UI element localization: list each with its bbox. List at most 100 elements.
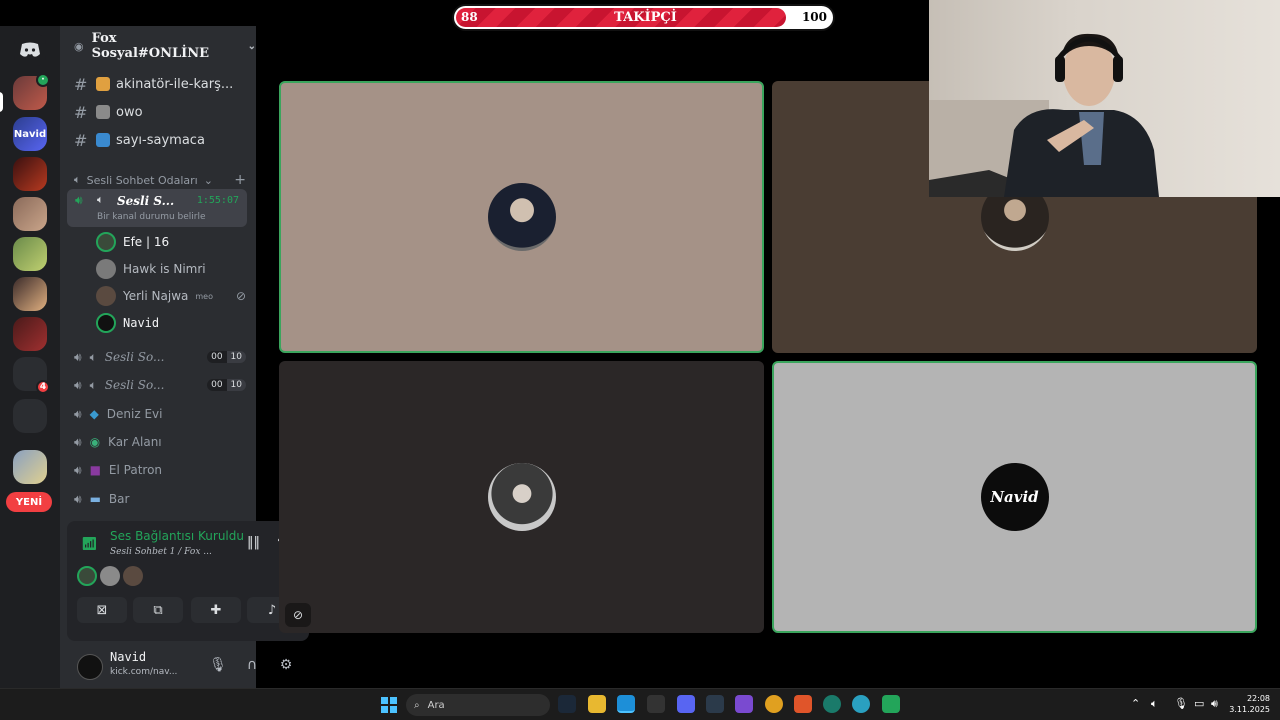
server-icon-8[interactable] — [13, 450, 47, 484]
text-channel-sayi-saymaca[interactable]: # sayı-saymaca — [60, 127, 256, 153]
voice-channel-label: Deniz Evi — [106, 407, 163, 421]
voice-channel-label: Sesli So... — [104, 350, 165, 364]
hat-emoji-icon: ■ — [89, 463, 101, 477]
toggle-camera-button[interactable]: ⊠ — [77, 597, 127, 623]
windows-start-icon[interactable] — [381, 697, 397, 713]
voice-channel-bar[interactable]: 🔊︎ ▬ Bar — [74, 486, 246, 512]
follower-goal-bar: 88 TAKİPÇİ 100 — [452, 4, 835, 31]
user-panel: Navid kick.com/nav... 🎙︎ ∩ ⚙ — [67, 648, 309, 688]
server-icon-5[interactable] — [13, 237, 47, 271]
steam-icon[interactable] — [558, 695, 576, 713]
edge-icon[interactable] — [617, 695, 635, 713]
soundboard-icon: ♪ — [267, 602, 277, 618]
brave-icon[interactable] — [794, 695, 812, 713]
connection-status[interactable]: Ses Bağlantısı Kuruldu — [110, 529, 244, 543]
connection-path[interactable]: Sesli Sohbet 1 / Fox ... — [110, 547, 212, 557]
noise-suppression-icon[interactable]: ‖‖ — [247, 535, 260, 550]
selected-server-indicator — [0, 92, 3, 112]
microphone-button[interactable]: 🎙︎ — [207, 654, 229, 676]
channel-status[interactable]: Bir kanal durumu belirle — [97, 212, 206, 222]
share-screen-button[interactable]: ⧉ — [133, 597, 183, 623]
microphone-icon[interactable]: 🎙︎ — [1174, 697, 1188, 710]
app-icon-4[interactable] — [852, 695, 870, 713]
voice-channel-2[interactable]: 🔊︎ 🔈︎ Sesli So... 00 10 — [74, 344, 246, 370]
speaker-icon: 🔈︎ — [89, 349, 97, 364]
hash-icon: # — [74, 102, 88, 122]
voice-tile-3[interactable]: ⊘ — [279, 361, 764, 633]
app-icon-2[interactable] — [735, 695, 753, 713]
voice-channel-deniz-evi[interactable]: 🔊︎ ◆ Deniz Evi — [74, 401, 246, 427]
add-channel-icon[interactable]: + — [234, 172, 246, 188]
voice-connection-panel: 📶︎ Ses Bağlantısı Kuruldu Sesli Sohbet 1… — [67, 521, 309, 641]
text-channel-owo[interactable]: # owo — [60, 99, 256, 125]
voice-channel-kar-alani[interactable]: 🔊︎ ◉ Kar Alanı — [74, 429, 246, 455]
server-header[interactable]: ◉ Fox Sosyal#ONLİNE ⌄ — [60, 26, 256, 66]
discord-taskbar-icon[interactable] — [677, 695, 695, 713]
speaker-icon: 🔈︎ — [74, 173, 81, 186]
channel-label: akinatör-ile-karş... — [116, 76, 234, 92]
voice-user-navid[interactable]: Navid — [96, 311, 159, 335]
server-icon-6[interactable] — [13, 277, 47, 311]
search-placeholder: Ara — [427, 699, 445, 711]
muted-icon: ⊘ — [235, 289, 246, 303]
taskbar-clock[interactable]: 22:08 3.11.2025 — [1229, 693, 1270, 715]
app-icon-5[interactable] — [882, 695, 900, 713]
webcam-overlay — [929, 0, 1280, 197]
camera-off-icon: ⊠ — [96, 602, 108, 618]
headphones-button[interactable]: ∩ — [241, 654, 263, 676]
avatar — [96, 259, 116, 279]
windows-taskbar: ⌕ Ara ⌃ 🔈︎ 🎙︎ ▭ 🔊︎ 22:08 3.11.2025 — [0, 688, 1280, 720]
user-limit-badge: 00 10 — [207, 379, 246, 391]
settings-button[interactable]: ⚙ — [275, 654, 297, 676]
taskbar-search[interactable]: ⌕ Ara — [406, 694, 550, 716]
user-limit-badge: 00 10 — [207, 351, 246, 363]
text-channel-akinator[interactable]: # akinatör-ile-karş... — [60, 71, 256, 97]
display-icon[interactable]: ▭ — [1194, 697, 1204, 710]
settings-app-icon[interactable] — [647, 695, 665, 713]
lock-voice-icon: 🔊︎ — [74, 349, 82, 364]
category-label: Sesli Sohbet Odaları — [86, 173, 198, 187]
discord-home-button[interactable] — [14, 34, 46, 66]
activities-button[interactable]: ✚ — [191, 597, 241, 623]
server-icon-4[interactable] — [13, 197, 47, 231]
headphones-icon: ∩ — [246, 657, 258, 673]
app-icon-3[interactable] — [823, 695, 841, 713]
voice-category[interactable]: 🔈︎ Sesli Sohbet Odaları ⌄ + — [74, 172, 246, 188]
voice-tile-1[interactable] — [279, 81, 764, 353]
voice-tile-4[interactable]: Navid — [772, 361, 1257, 633]
voice-channel-3[interactable]: 🔊︎ 🔈︎ Sesli So... 00 10 — [74, 372, 246, 398]
server-icon-fox[interactable]: · — [13, 73, 50, 110]
voice-channel-active[interactable]: 🔊︎ 🔈︎ Sesli S... 1:55:07 Bir kanal durum… — [67, 189, 247, 227]
voice-timer: 1:55:07 — [196, 195, 239, 206]
server-icon-navid[interactable]: Navid — [13, 117, 47, 151]
file-explorer-icon[interactable] — [588, 695, 606, 713]
server-status-badge: · — [36, 73, 50, 87]
cube-emoji-icon — [96, 105, 110, 119]
volume-icon[interactable]: 🔊︎ — [1211, 697, 1218, 711]
voice-user-hawk[interactable]: Hawk is Nimri — [96, 257, 206, 281]
server-icon-3[interactable] — [13, 157, 47, 191]
voice-user-efe[interactable]: Efe | 16 — [96, 230, 169, 254]
server-folder-2[interactable] — [13, 399, 47, 433]
speaker-icon: 🔈︎ — [97, 193, 104, 206]
voice-channel-el-patron[interactable]: 🔊︎ ■ El Patron — [74, 457, 246, 483]
user-name[interactable]: Navid — [110, 650, 146, 664]
speaker-icon[interactable]: 🔈︎ — [1151, 697, 1158, 711]
app-icon-1[interactable] — [706, 695, 724, 713]
voice-user-name: Yerli Najwa — [123, 289, 189, 303]
follower-goal: 100 — [801, 10, 827, 24]
avatar — [96, 232, 116, 252]
signal-icon[interactable]: 📶︎ — [81, 537, 98, 552]
chevron-up-icon[interactable]: ⌃ — [1131, 697, 1140, 710]
avatar[interactable] — [77, 654, 103, 680]
lock-voice-icon: 🔊︎ — [74, 434, 82, 449]
new-servers-pill[interactable]: YENİ — [6, 492, 52, 512]
avatar — [77, 566, 97, 586]
chrome-icon[interactable] — [765, 695, 783, 713]
voice-channel-label: Kar Alanı — [108, 435, 162, 449]
server-folder-1[interactable]: 4 — [13, 357, 50, 394]
clock-date: 3.11.2025 — [1229, 705, 1270, 714]
server-icon-7[interactable] — [13, 317, 47, 351]
voice-user-najwa[interactable]: Yerli Najwa meo ⊘ — [96, 284, 246, 308]
hash-icon: # — [74, 74, 88, 94]
